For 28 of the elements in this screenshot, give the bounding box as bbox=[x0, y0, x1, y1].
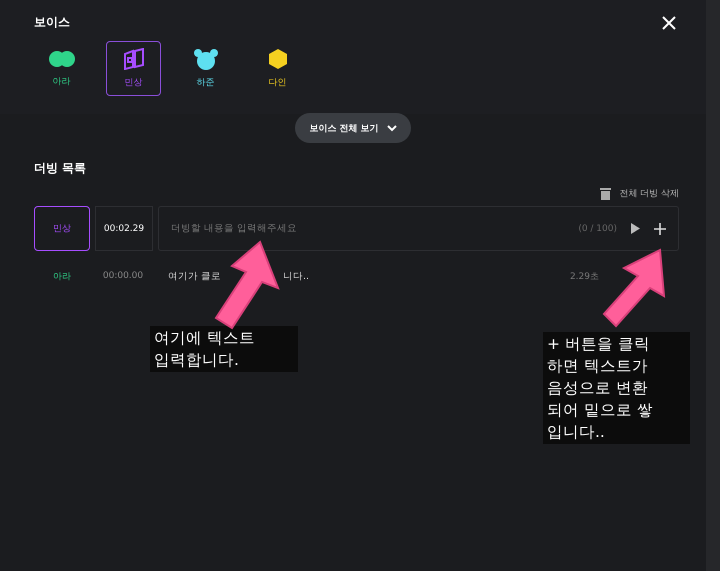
character-counter: (0 / 100) bbox=[578, 224, 617, 234]
view-all-voices-button[interactable]: 보이스 전체 보기 bbox=[295, 113, 411, 143]
hexagon-icon bbox=[266, 48, 288, 70]
plus-icon[interactable] bbox=[654, 222, 666, 234]
time-text: 00:00.00 bbox=[102, 271, 144, 281]
duration-text: 2.29초 bbox=[570, 270, 599, 282]
chevron-down-icon bbox=[386, 124, 397, 132]
voice-option[interactable]: 다인 bbox=[250, 41, 305, 96]
dubbing-text: 니다.. bbox=[283, 270, 310, 282]
section-title: 더빙 목록 bbox=[34, 161, 86, 175]
annotation-note: + 버튼을 클릭 하면 텍스트가 음성으로 변환 되어 밑으로 쌓 입니다.. bbox=[543, 332, 690, 444]
book-icon bbox=[122, 48, 144, 70]
voice-label: 아라 bbox=[52, 270, 72, 282]
clover-icon bbox=[48, 49, 74, 69]
time-display: 00:02.29 bbox=[95, 206, 153, 251]
voice-option[interactable]: 아라 bbox=[34, 41, 89, 96]
annotation-note: 여기에 텍스트 입력합니다. bbox=[150, 326, 298, 372]
voice-option[interactable]: 하준 bbox=[178, 41, 233, 96]
close-icon[interactable] bbox=[662, 16, 676, 30]
bear-icon bbox=[194, 48, 218, 70]
voice-option[interactable]: 민상 bbox=[106, 41, 161, 96]
dubbing-text: 여기가 클로 bbox=[168, 270, 222, 282]
delete-all-button[interactable]: 전체 더빙 삭제 bbox=[600, 187, 679, 200]
play-icon[interactable] bbox=[631, 223, 640, 234]
trash-icon bbox=[600, 187, 612, 200]
voice-chip[interactable]: 민상 bbox=[34, 206, 90, 251]
text-input-field[interactable]: 더빙할 내용을 입력해주세요 bbox=[171, 223, 564, 234]
dialog-title: 보이스 bbox=[34, 14, 70, 31]
